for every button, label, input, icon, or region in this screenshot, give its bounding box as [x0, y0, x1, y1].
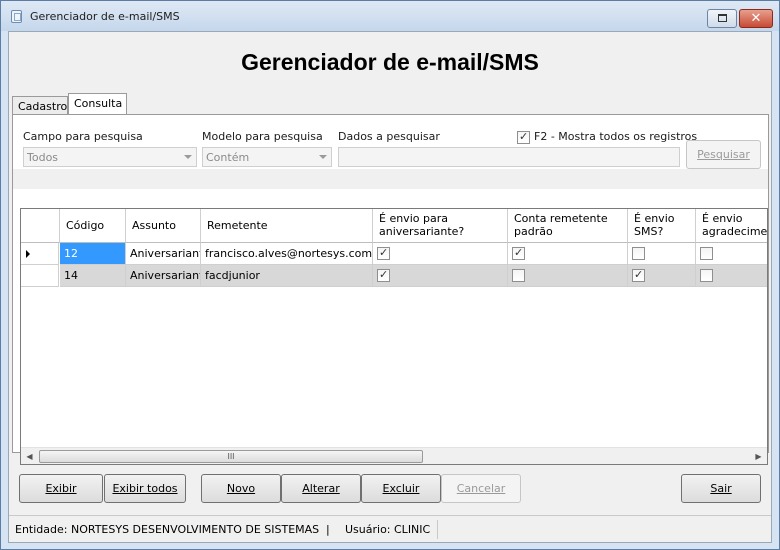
col-header-sms[interactable]: É envio SMS? [628, 209, 696, 243]
cell-assunto[interactable]: Aniversariante [126, 265, 201, 287]
exibir-button-label: Exibir [45, 482, 77, 495]
cancelar-button[interactable]: Cancelar [441, 474, 521, 503]
field-select[interactable]: Todos [23, 147, 197, 167]
tab-cadastro-label: Cadastro [18, 100, 68, 113]
sair-button-label: Sair [710, 482, 732, 495]
chevron-down-icon [184, 155, 192, 159]
cell-padrao[interactable] [508, 243, 628, 265]
restore-button[interactable] [707, 9, 737, 28]
search-button[interactable]: Pesquisar [686, 140, 761, 169]
padrao-checkbox[interactable] [512, 269, 525, 282]
sms-checkbox[interactable] [632, 268, 645, 282]
cell-remetente[interactable]: facdjunior [201, 265, 373, 287]
cell-sms[interactable] [628, 265, 696, 287]
cell-codigo[interactable]: 12 [60, 243, 126, 265]
results-grid[interactable]: Código Assunto Remetente É envio para an… [20, 208, 768, 465]
page-title: Gerenciador de e-mail/SMS [241, 49, 539, 75]
row-header[interactable] [21, 265, 59, 287]
cancelar-button-label: Cancelar [456, 482, 506, 495]
separator-band [13, 169, 768, 189]
status-usuario: Usuário: CLINIC [345, 523, 431, 536]
exibir-todos-button-label: Exibir todos [112, 482, 178, 495]
col-header-agradecimento[interactable]: É envio agradecimento [696, 209, 767, 243]
show-all-label: F2 - Mostra todos os registros [534, 130, 698, 143]
sair-button[interactable]: Sair [681, 474, 761, 503]
cell-codigo[interactable]: 14 [60, 265, 126, 287]
novo-button[interactable]: Novo [201, 474, 281, 503]
aniversariante-checkbox[interactable] [377, 246, 390, 260]
status-bar: Entidade: NORTESYS DESENVOLVIMENTO DE SI… [9, 515, 771, 542]
scroll-left-icon[interactable]: ◀ [21, 448, 38, 464]
tab-consulta-label: Consulta [74, 97, 123, 110]
status-separator [437, 520, 438, 539]
window-title: Gerenciador de e-mail/SMS [30, 10, 180, 23]
padrao-checkbox[interactable] [512, 246, 525, 260]
model-select-value: Contém [206, 151, 250, 164]
status-divider: | [326, 523, 330, 536]
close-icon: ✕ [750, 11, 762, 26]
col-header-remetente[interactable]: Remetente [201, 209, 373, 243]
cell-padrao[interactable] [508, 265, 628, 287]
field-select-value: Todos [27, 151, 59, 164]
restore-icon [718, 14, 727, 22]
cell-remetente[interactable]: francisco.alves@nortesys.com.br [201, 243, 373, 265]
exibir-todos-button[interactable]: Exibir todos [104, 474, 186, 503]
model-label: Modelo para pesquisa [202, 130, 323, 143]
col-header-codigo[interactable]: Código [60, 209, 126, 243]
show-all-checkbox[interactable] [517, 130, 530, 144]
excluir-button-label: Excluir [382, 482, 420, 495]
close-button[interactable]: ✕ [739, 9, 773, 28]
data-label: Dados a pesquisar [338, 130, 440, 143]
tab-cadastro[interactable]: Cadastro [12, 96, 68, 114]
horizontal-scrollbar[interactable]: ◀ III ▶ [21, 447, 767, 464]
model-select[interactable]: Contém [202, 147, 332, 167]
chevron-down-icon [319, 155, 327, 159]
aniversariante-checkbox[interactable] [377, 268, 390, 282]
app-window: Gerenciador de e-mail/SMS ✕ Gerenciador … [0, 0, 780, 550]
grid-corner [21, 209, 60, 243]
col-header-padrao[interactable]: Conta remetente padrão [508, 209, 628, 243]
cell-sms[interactable] [628, 243, 696, 265]
search-input[interactable] [338, 147, 680, 167]
excluir-button[interactable]: Excluir [361, 474, 441, 503]
tab-consulta[interactable]: Consulta [68, 93, 127, 115]
col-header-assunto[interactable]: Assunto [126, 209, 201, 243]
search-button-label: Pesquisar [697, 148, 750, 161]
cell-assunto[interactable]: Aniversariante [126, 243, 201, 265]
status-entidade: Entidade: NORTESYS DESENVOLVIMENTO DE SI… [15, 523, 320, 536]
current-row-icon [26, 250, 30, 258]
exibir-button[interactable]: Exibir [19, 474, 103, 503]
row-header[interactable] [21, 243, 59, 265]
client-area: Gerenciador de e-mail/SMS Cadastro Consu… [8, 31, 772, 543]
col-header-aniversariante[interactable]: É envio para aniversariante? [373, 209, 508, 243]
alterar-button-label: Alterar [302, 482, 340, 495]
scroll-thumb[interactable]: III [39, 450, 423, 463]
title-bar: Gerenciador de e-mail/SMS ✕ [1, 1, 779, 31]
agradecimento-checkbox[interactable] [700, 269, 713, 282]
alterar-button[interactable]: Alterar [281, 474, 361, 503]
app-icon [11, 10, 22, 23]
cell-agradecimento[interactable] [696, 243, 767, 265]
field-label: Campo para pesquisa [23, 130, 143, 143]
cell-agradecimento[interactable] [696, 265, 767, 287]
consulta-panel: Campo para pesquisa Todos Modelo para pe… [12, 114, 769, 465]
sms-checkbox[interactable] [632, 247, 645, 260]
cell-aniversariante[interactable] [373, 265, 508, 287]
scroll-right-icon[interactable]: ▶ [750, 448, 767, 464]
agradecimento-checkbox[interactable] [700, 247, 713, 260]
novo-button-label: Novo [226, 482, 256, 495]
cell-aniversariante[interactable] [373, 243, 508, 265]
